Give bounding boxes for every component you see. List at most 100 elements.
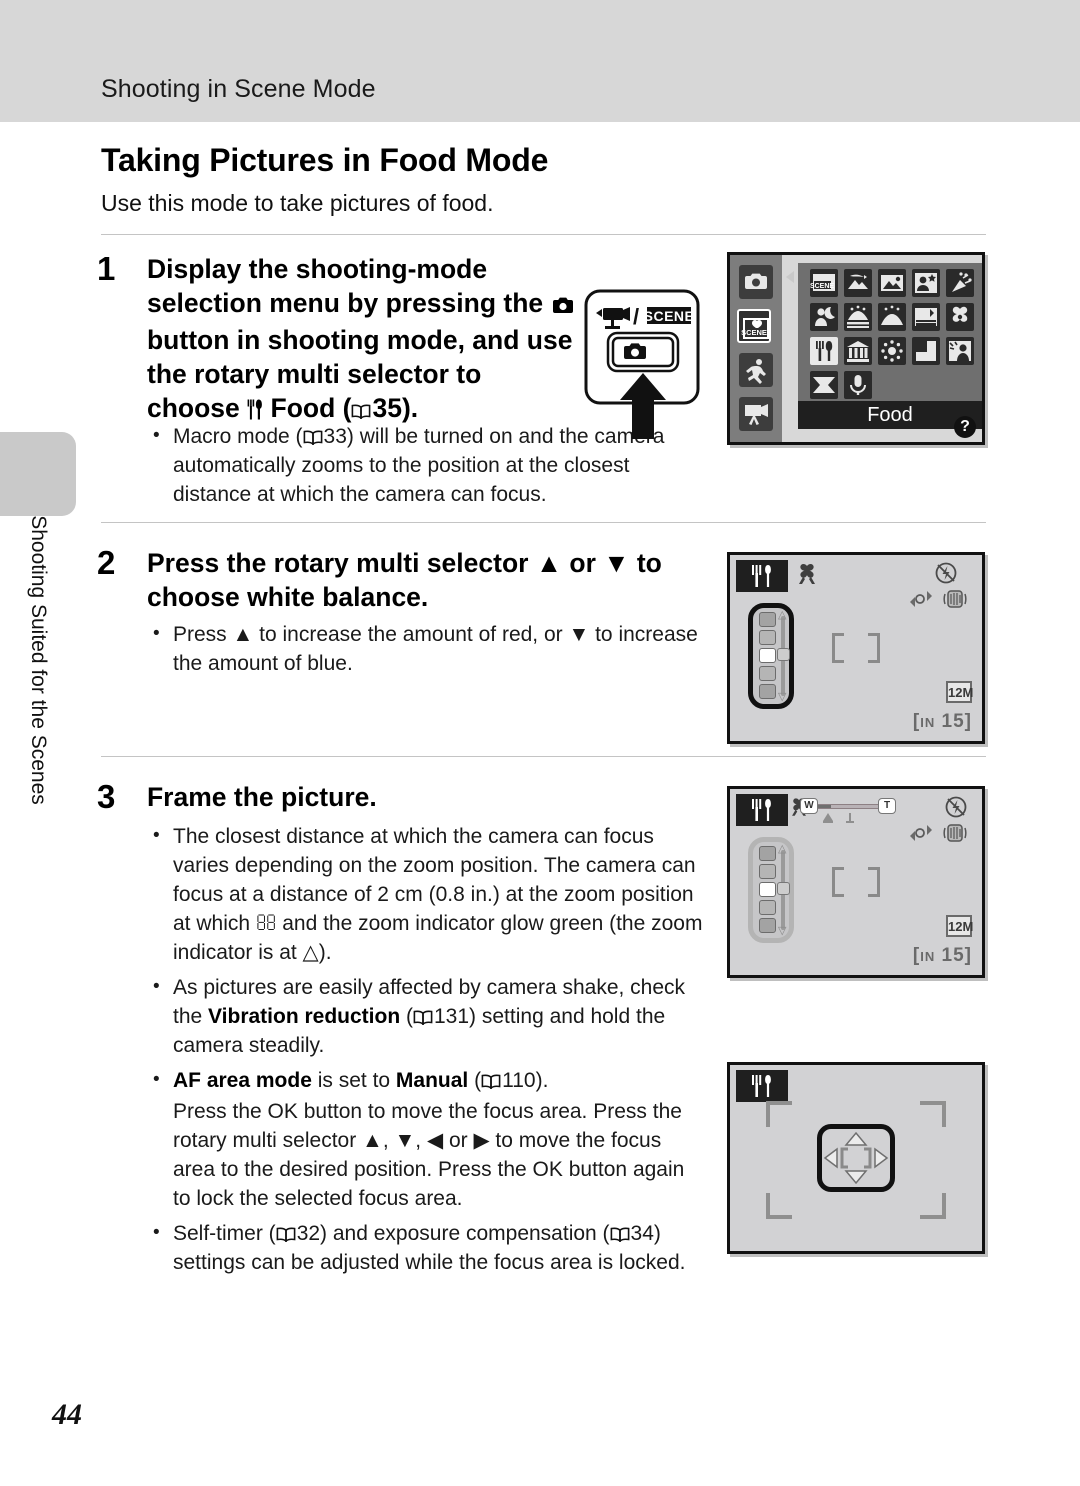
beach-icon[interactable] xyxy=(844,303,872,331)
panorama-icon[interactable] xyxy=(810,371,838,399)
step-3-bullet-3-mid2: ( xyxy=(468,1069,482,1092)
wb-step-red[interactable] xyxy=(759,630,776,645)
wb-knob[interactable] xyxy=(777,882,790,895)
vibration-reduction-icon xyxy=(942,821,968,850)
mode-tab-strip: SCENE xyxy=(730,255,782,442)
svg-text:SCENE: SCENE xyxy=(810,283,834,290)
zoom-fill xyxy=(817,805,831,808)
wb-step-neutral[interactable] xyxy=(759,882,776,897)
list-item: Press ▲ to increase the amount of red, o… xyxy=(147,619,707,678)
copy-icon[interactable] xyxy=(912,337,940,365)
scene-menu-screen: SCENE SCENE Food ? xyxy=(727,252,985,445)
party-indoor-icon[interactable] xyxy=(946,269,974,297)
voice-recording-icon[interactable] xyxy=(844,371,872,399)
step-3-bullet-4-ref: 32 xyxy=(296,1222,321,1245)
landscape-icon[interactable] xyxy=(878,269,906,297)
page-title: Taking Pictures in Food Mode xyxy=(101,142,549,178)
list-item: The closest distance at which the camera… xyxy=(147,821,707,967)
page-number: 44 xyxy=(52,1398,82,1431)
step-3-bullet-4-mid: ) and exposure compensation ( xyxy=(320,1222,610,1245)
image-size-indicator: 12M xyxy=(946,681,973,703)
step-3-bullet-4-ref2: 34 xyxy=(630,1222,654,1245)
step-3-bullets: The closest distance at which the camera… xyxy=(147,821,707,1279)
sunset-icon[interactable] xyxy=(912,303,940,331)
snow-icon[interactable] xyxy=(878,303,906,331)
wb-step-neutral[interactable] xyxy=(759,648,776,663)
page-ref-book-icon xyxy=(351,404,371,419)
shots-remaining-indicator: [IN 15] xyxy=(912,945,972,966)
sidebar-item-sport-mode[interactable] xyxy=(739,353,773,387)
museum-icon[interactable] xyxy=(844,337,872,365)
page-ref-book-icon xyxy=(303,430,323,445)
step-1-bullet-1-pre: Macro mode ( xyxy=(173,425,303,448)
night-portrait-icon[interactable] xyxy=(810,303,838,331)
focus-area-move-box[interactable] xyxy=(817,1124,895,1192)
memory-label: IN xyxy=(920,949,936,964)
chevron-down-icon: ▽ xyxy=(778,925,787,937)
zoom-wide-label: W xyxy=(800,798,818,814)
divider-3 xyxy=(101,756,986,757)
wb-step-blue-max[interactable] xyxy=(759,918,776,933)
frame-corner-bottom-right xyxy=(920,1193,946,1219)
move-left-arrow xyxy=(823,1147,838,1169)
page-ref-book-icon xyxy=(276,1227,296,1242)
step-1-text-e: ). xyxy=(401,393,419,423)
chevron-up-icon: △ xyxy=(778,609,787,621)
list-item: AF area mode is set to Manual (110). Pre… xyxy=(147,1065,707,1213)
help-icon[interactable]: ? xyxy=(954,416,976,438)
chevron-left-icon xyxy=(786,271,794,283)
list-item: As pictures are easily affected by camer… xyxy=(147,972,707,1060)
wb-step-red-max[interactable] xyxy=(759,846,776,861)
page-ref-book-icon xyxy=(610,1227,630,1242)
zoom-indicator-bar: W T xyxy=(800,797,896,823)
page-ref-book-icon xyxy=(413,1010,433,1025)
wb-step-red-max[interactable] xyxy=(759,612,776,627)
close-up-icon[interactable] xyxy=(946,303,974,331)
scene-menu-panel: SCENE Food ? xyxy=(782,255,982,442)
move-down-arrow xyxy=(844,1170,868,1185)
shots-remaining-indicator: [IN 15] xyxy=(912,711,972,732)
wb-knob[interactable] xyxy=(777,648,790,661)
sidebar-item-auto-mode[interactable] xyxy=(739,265,773,299)
list-item: Self-timer (32) and exposure compensatio… xyxy=(147,1218,707,1277)
focus-area-brackets xyxy=(832,867,880,897)
fireworks-icon[interactable] xyxy=(878,337,906,365)
food-mode-indicator xyxy=(736,794,788,826)
sidebar-item-scene-mode[interactable]: SCENE xyxy=(737,309,771,343)
white-balance-slider[interactable]: △ ▽ xyxy=(748,837,794,943)
wb-step-blue[interactable] xyxy=(759,666,776,681)
svg-text:/: / xyxy=(633,304,639,329)
wb-step-blue-max[interactable] xyxy=(759,684,776,699)
step-3-bullet-3-ref: 110 xyxy=(502,1069,536,1092)
flash-off-icon xyxy=(934,561,958,590)
wb-step-blue[interactable] xyxy=(759,900,776,915)
memory-label: IN xyxy=(920,715,936,730)
white-balance-slider[interactable]: △ ▽ xyxy=(748,603,794,709)
af-area-mode-label: AF area mode xyxy=(173,1069,312,1092)
food-mode-indicator xyxy=(736,560,788,592)
move-right-arrow xyxy=(874,1147,889,1169)
food-mode-indicator xyxy=(736,1070,788,1102)
food-icon[interactable] xyxy=(810,337,838,365)
chapter-tab-label: Shooting Suited for the Scenes xyxy=(27,515,50,805)
step-3-bullet-3-mid1: is set to xyxy=(311,1069,396,1092)
wb-step-red[interactable] xyxy=(759,864,776,879)
step-1-text-a: Display the shooting-mode selection menu… xyxy=(147,254,551,318)
macro-zoom-marker xyxy=(844,810,856,823)
frame-corner-bottom-left xyxy=(766,1193,792,1219)
step-3-bullet-1: The closest distance at which the camera… xyxy=(173,825,702,964)
lcd-focus-area-screen xyxy=(727,1062,985,1254)
portrait-frame-icon[interactable] xyxy=(912,269,940,297)
sidebar-item-movie-mode[interactable] xyxy=(739,397,773,431)
step-2-bullets: Press ▲ to increase the amount of red, o… xyxy=(147,619,707,680)
flash-off-icon xyxy=(944,795,968,824)
backlight-icon[interactable] xyxy=(946,337,974,365)
night-landscape-icon[interactable] xyxy=(844,269,872,297)
step-3-bullet-3-post: ). xyxy=(535,1069,549,1092)
camera-button-icon xyxy=(551,289,575,323)
macro-flower-icon xyxy=(792,561,822,594)
step-1-title: Display the shooting-mode selection menu… xyxy=(147,252,577,428)
step-3-number: 3 xyxy=(97,778,116,815)
motion-detection-icon xyxy=(908,822,934,849)
scene-auto-selector-icon[interactable]: SCENE xyxy=(810,269,838,297)
